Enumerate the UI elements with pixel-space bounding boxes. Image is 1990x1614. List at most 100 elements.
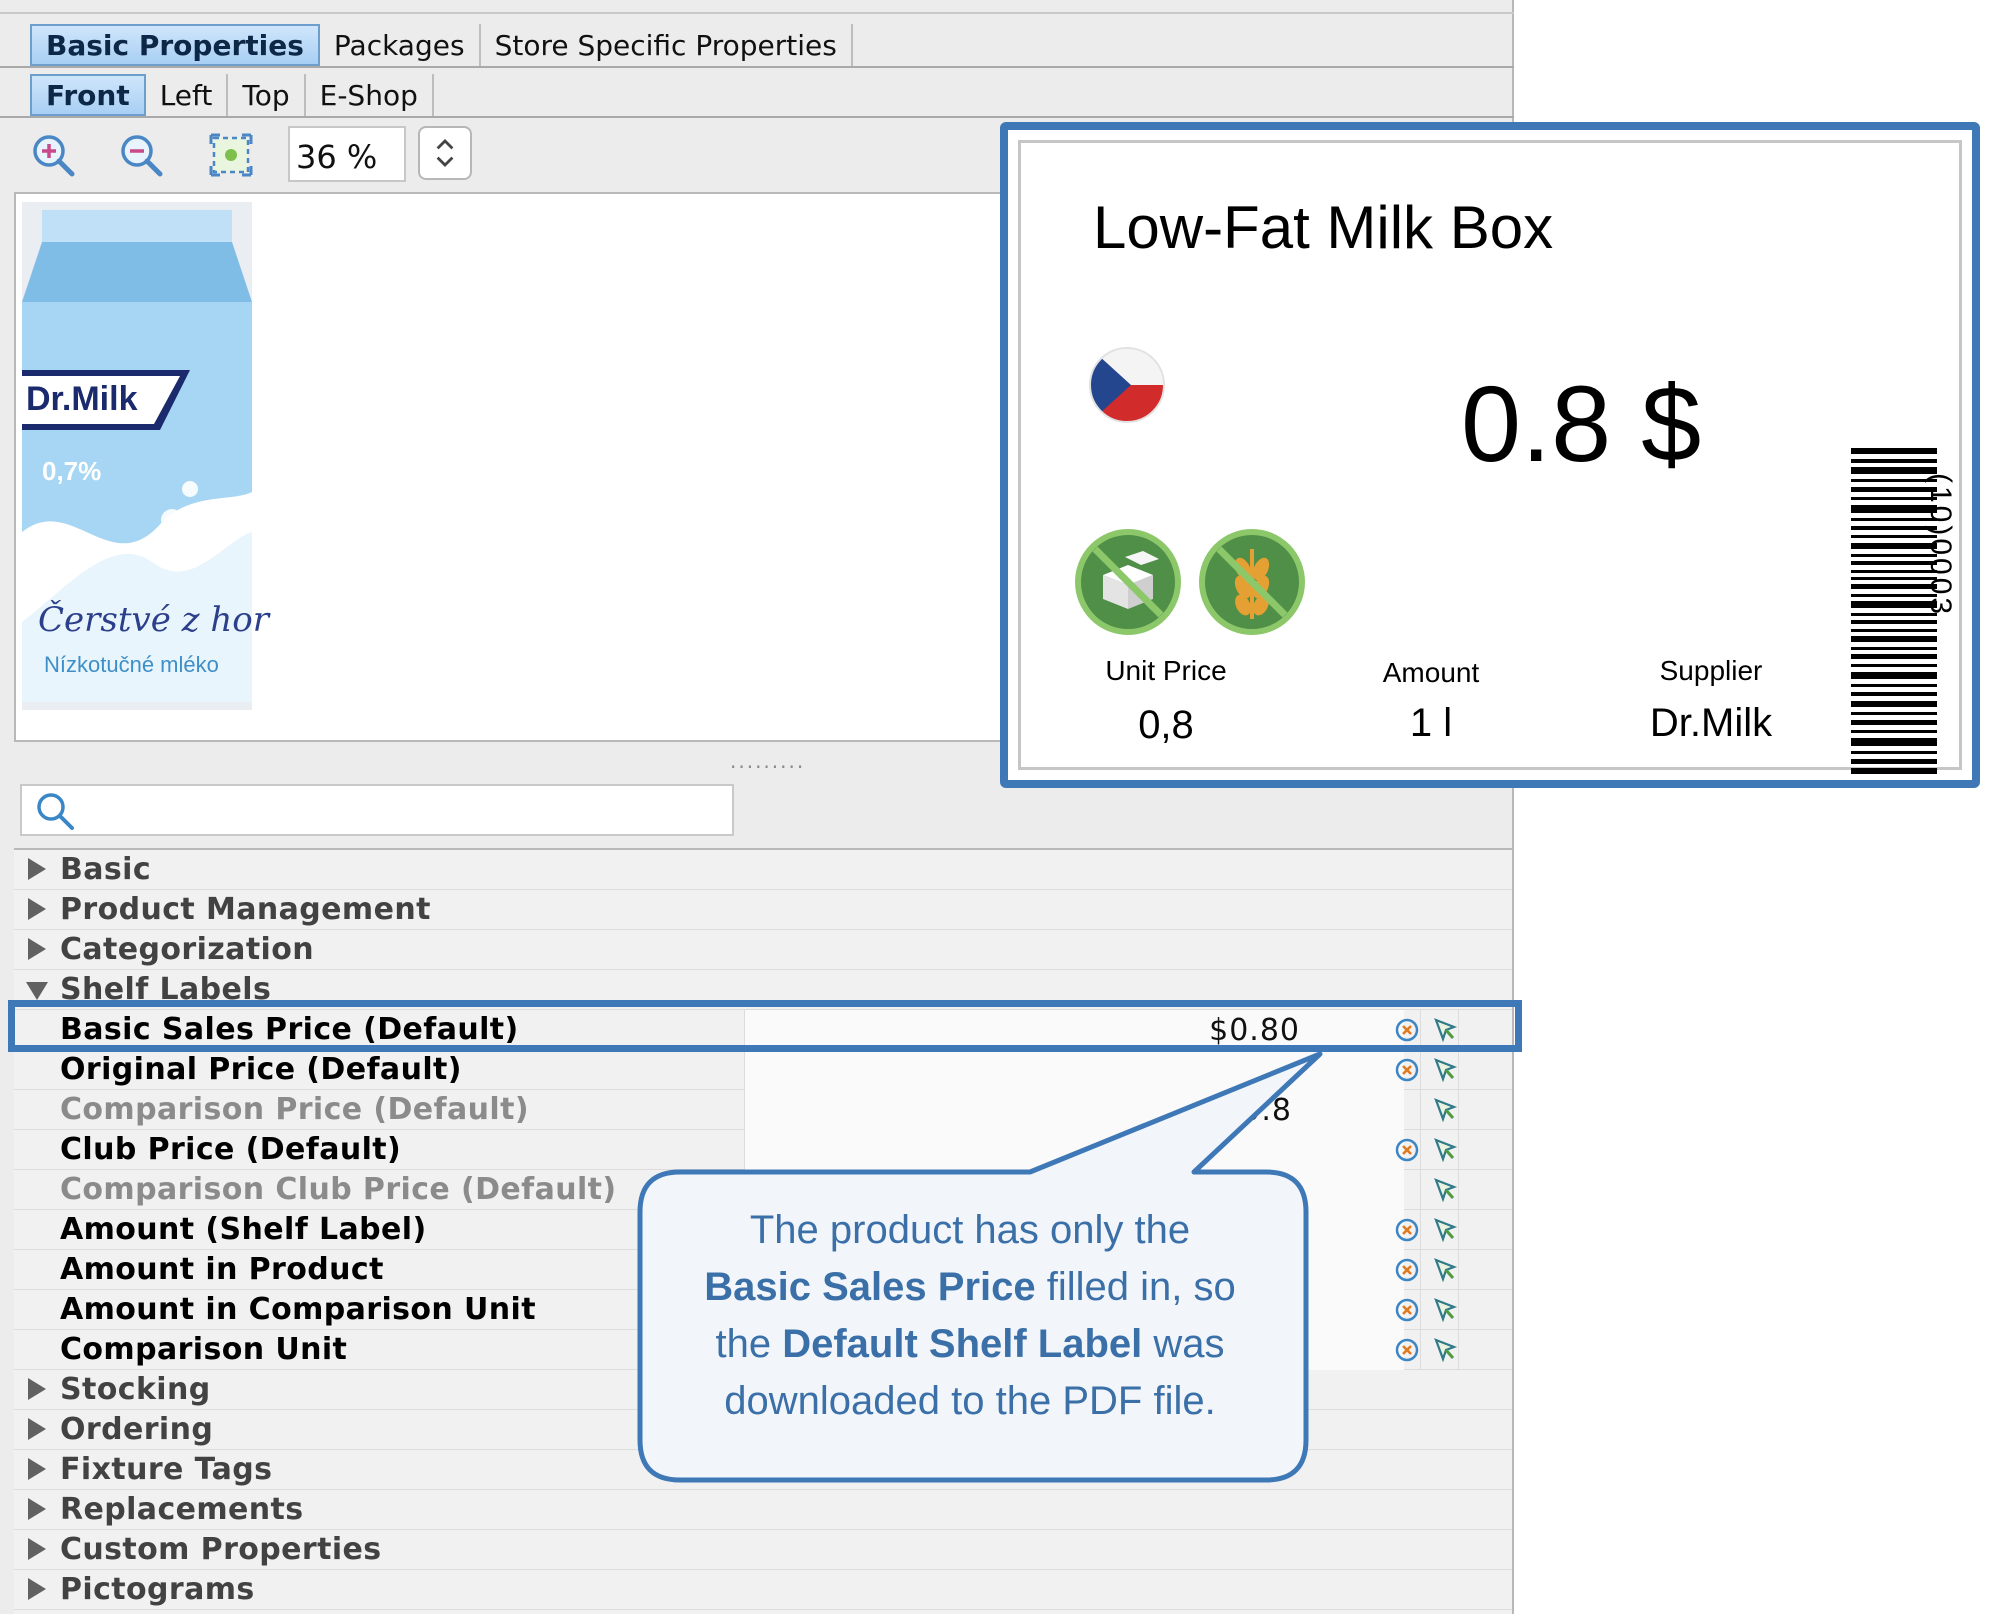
carton-tagline: Čerstvé z hor xyxy=(38,600,269,640)
pick-value-icon[interactable] xyxy=(1432,1177,1458,1203)
pick-value-icon[interactable] xyxy=(1432,1337,1458,1363)
expand-arrow-icon[interactable] xyxy=(28,1538,46,1560)
revert-value-icon[interactable] xyxy=(1394,1137,1420,1163)
expand-arrow-icon[interactable] xyxy=(28,1578,46,1600)
revert-value-icon[interactable] xyxy=(1394,1057,1420,1083)
property-value: 0.8 xyxy=(1241,1093,1292,1128)
tab-store-specific-properties[interactable]: Store Specific Properties xyxy=(481,24,853,66)
tab-packages[interactable]: Packages xyxy=(320,24,481,66)
label-unit-price-caption: Unit Price xyxy=(1105,655,1227,686)
pick-value-icon[interactable] xyxy=(1432,1217,1458,1243)
expand-arrow-icon[interactable] xyxy=(28,1498,46,1520)
carton-brand: Dr.Milk xyxy=(26,380,138,418)
zoom-stepper[interactable] xyxy=(418,126,472,180)
tab-left[interactable]: Left xyxy=(146,74,229,116)
search-input[interactable] xyxy=(82,792,722,828)
property-value-cell[interactable] xyxy=(744,1050,1404,1090)
product-image-preview: Dr.Milk 0,7% Čerstvé z hor Nízkotučné ml… xyxy=(14,192,1014,742)
shelf-label-preview: Low-Fat Milk Box 0.8 $ Unit Price 0,8 Am… xyxy=(1000,122,1980,788)
tab-basic-properties[interactable]: Basic Properties xyxy=(30,24,320,66)
callout-bold-basic-sales-price: Basic Sales Price xyxy=(704,1265,1036,1309)
gluten-free-icon xyxy=(1199,529,1305,635)
label-amount-caption: Amount xyxy=(1382,657,1480,688)
property-label: Club Price (Default) xyxy=(60,1132,402,1167)
expand-arrow-icon[interactable] xyxy=(28,1418,46,1440)
tree-group-pictograms[interactable]: Pictograms xyxy=(14,1570,1512,1610)
tree-group-label: Stocking xyxy=(60,1372,211,1407)
zoom-out-icon[interactable] xyxy=(118,132,164,178)
pick-value-icon[interactable] xyxy=(1432,1097,1458,1123)
czech-flag-icon xyxy=(1089,347,1165,423)
tree-group-fixture-tags[interactable]: Fixture Tags xyxy=(14,1450,1512,1490)
tree-group-replacements[interactable]: Replacements xyxy=(14,1490,1512,1530)
tab-front[interactable]: Front xyxy=(30,74,146,116)
expand-arrow-icon[interactable] xyxy=(28,898,46,920)
revert-value-icon[interactable] xyxy=(1394,1337,1420,1363)
property-value-cell[interactable] xyxy=(744,1130,1404,1170)
row-highlight-frame xyxy=(8,1000,1522,1052)
property-value-cell: 0.8 xyxy=(744,1090,1404,1130)
revert-value-icon[interactable] xyxy=(1394,1297,1420,1323)
revert-value-icon[interactable] xyxy=(1394,1257,1420,1283)
tree-group-label: Pictograms xyxy=(60,1572,255,1607)
label-unit-price-value: 0,8 xyxy=(1138,703,1194,747)
callout-line-4: downloaded to the PDF file. xyxy=(724,1379,1216,1423)
expand-arrow-icon[interactable] xyxy=(28,938,46,960)
callout-line-1: The product has only the xyxy=(749,1208,1191,1252)
callout-line-2: Basic Sales Price filled in, so xyxy=(650,1259,1290,1316)
no-sugar-icon xyxy=(1075,529,1181,635)
tree-group-categorization[interactable]: Categorization xyxy=(14,930,1512,970)
tree-group-basic[interactable]: Basic xyxy=(14,850,1512,890)
carton-fat: 0,7% xyxy=(42,456,102,486)
tab-e-shop[interactable]: E-Shop xyxy=(306,74,434,116)
tree-group-label: Product Management xyxy=(60,892,431,927)
tree-group-product-management[interactable]: Product Management xyxy=(14,890,1512,930)
property-label: Amount in Product xyxy=(60,1252,384,1287)
label-price: 0.8 $ xyxy=(1461,363,1702,484)
label-supplier-value: Dr.Milk xyxy=(1649,701,1773,745)
tab-top[interactable]: Top xyxy=(228,74,306,116)
tree-group-label: Basic xyxy=(60,852,152,887)
tree-group-label: Categorization xyxy=(60,932,315,967)
tree-group-label: Fixture Tags xyxy=(60,1452,273,1487)
callout-bold-default-shelf-label: Default Shelf Label xyxy=(782,1322,1143,1366)
expand-arrow-icon[interactable] xyxy=(28,858,46,880)
search-icon xyxy=(37,793,74,830)
expand-arrow-icon[interactable] xyxy=(28,1458,46,1480)
collapse-arrow-icon[interactable] xyxy=(26,982,48,1000)
property-label: Comparison Club Price (Default) xyxy=(60,1172,617,1207)
expand-arrow-icon[interactable] xyxy=(28,1378,46,1400)
tree-group-custom-properties[interactable]: Custom Properties xyxy=(14,1530,1512,1570)
label-amount-value: 1 l xyxy=(1409,701,1453,745)
tree-group-label: Custom Properties xyxy=(60,1532,382,1567)
callout-text: The product has only the Basic Sales Pri… xyxy=(650,1202,1290,1430)
callout-line-3: the Default Shelf Label was xyxy=(650,1316,1290,1373)
property-row-original-price[interactable]: Original Price (Default) xyxy=(14,1050,1512,1090)
property-row-comparison-price[interactable]: Comparison Price (Default) 0.8 xyxy=(14,1090,1512,1130)
zoom-percent-field[interactable]: 36 % xyxy=(288,126,406,182)
property-label: Amount in Comparison Unit xyxy=(60,1292,536,1327)
property-label: Original Price (Default) xyxy=(60,1052,462,1087)
pick-value-icon[interactable] xyxy=(1432,1257,1458,1283)
property-search xyxy=(20,784,734,836)
property-label: Comparison Price (Default) xyxy=(60,1092,529,1127)
view-tab-bar: Front Left Top E-Shop xyxy=(0,68,1514,118)
callout-line-2-rest: filled in, so xyxy=(1035,1265,1236,1309)
fit-to-window-icon[interactable] xyxy=(208,132,254,178)
property-row-club-price[interactable]: Club Price (Default) xyxy=(14,1130,1512,1170)
shelf-label-border: Low-Fat Milk Box 0.8 $ Unit Price 0,8 Am… xyxy=(1018,140,1962,774)
pick-value-icon[interactable] xyxy=(1432,1297,1458,1323)
splitter-handle[interactable]: ......... xyxy=(730,751,803,771)
carton-subtitle: Nízkotučné mléko xyxy=(44,652,219,677)
main-tab-bar: Basic Properties Packages Store Specific… xyxy=(0,12,1514,68)
label-product-title: Low-Fat Milk Box xyxy=(1093,194,1554,261)
pick-value-icon[interactable] xyxy=(1432,1137,1458,1163)
tree-group-label: Replacements xyxy=(60,1492,304,1527)
barcode-number: (10)0003 xyxy=(1924,473,1957,618)
callout-line-3-rest: was xyxy=(1142,1322,1225,1366)
pick-value-icon[interactable] xyxy=(1432,1057,1458,1083)
zoom-in-icon[interactable] xyxy=(30,132,76,178)
label-supplier-caption: Supplier xyxy=(1659,655,1763,686)
revert-value-icon[interactable] xyxy=(1394,1217,1420,1243)
property-label: Comparison Unit xyxy=(60,1332,348,1367)
